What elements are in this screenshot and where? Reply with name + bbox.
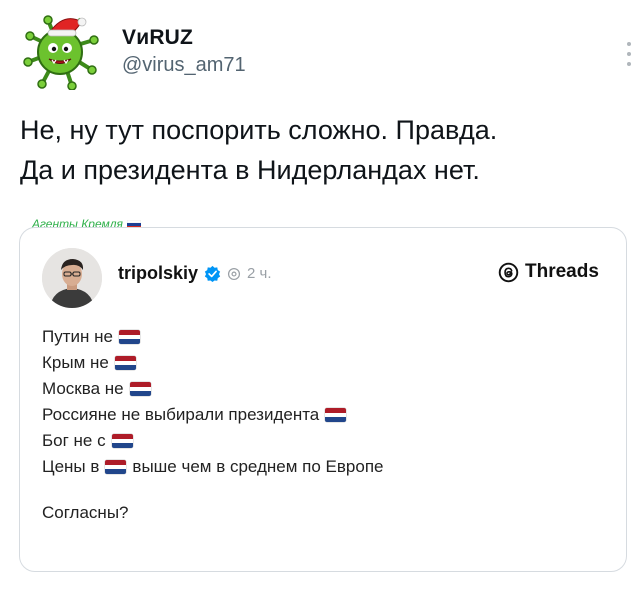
quoted-post-line: Москва не <box>42 376 612 402</box>
netherlands-flag-icon <box>111 434 133 448</box>
line-text: Цены в <box>42 457 100 476</box>
netherlands-flag-icon <box>325 408 347 422</box>
quoted-post-line: Бог не с <box>42 428 612 454</box>
netherlands-flag-icon <box>114 356 136 370</box>
quoted-post-line: Крым не <box>42 350 612 376</box>
line-text: Путин не <box>42 327 113 346</box>
user-photo-icon <box>42 248 102 308</box>
netherlands-flag-icon <box>105 460 127 474</box>
repost-icon <box>227 267 241 280</box>
netherlands-flag-icon <box>129 382 151 396</box>
quoted-post-line: Путин не <box>42 324 612 350</box>
line-text: Крым не <box>42 353 109 372</box>
author-handle[interactable]: @virus_am71 <box>122 54 246 77</box>
verified-badge-icon <box>204 265 221 282</box>
tweet-text: Не, ну тут поспорить сложно. Правда. Да … <box>20 110 620 190</box>
more-vertical-icon[interactable] <box>626 40 632 68</box>
quoted-post-body: Путин не Крым не Москва не Россияне не в… <box>42 324 612 526</box>
netherlands-flag-icon <box>118 330 140 344</box>
quoted-post-closing: Согласны? <box>42 503 129 522</box>
line-text: Россияне не выбирали президента <box>42 405 320 424</box>
threads-badge[interactable]: Threads <box>498 261 599 283</box>
post-timestamp: 2 ч. <box>247 265 272 282</box>
line-text: выше чем в среднем по Европе <box>132 457 384 476</box>
quoted-post-card[interactable]: tripolskiy 2 ч. Threads Путин не Крым не… <box>19 227 627 572</box>
quoted-username[interactable]: tripolskiy <box>118 263 198 284</box>
tweet-text-line: Да и президента в Нидерландах нет. <box>20 155 480 185</box>
line-text: Москва не <box>42 379 124 398</box>
quoted-post-line: Цены в выше чем в среднем по Европе <box>42 454 612 480</box>
quoted-user-row: tripolskiy 2 ч. <box>118 263 272 284</box>
quoted-user-avatar[interactable] <box>42 248 102 308</box>
threads-logo-icon <box>498 262 519 282</box>
quoted-post-line: Россияне не выбирали президента <box>42 402 612 428</box>
virus-avatar-icon[interactable] <box>20 10 100 90</box>
line-text: Бог не с <box>42 431 106 450</box>
threads-label: Threads <box>525 261 599 282</box>
tweet-header: VиRUZ @virus_am71 <box>20 10 631 90</box>
tweet-text-line: Не, ну тут поспорить сложно. Правда. <box>20 115 498 145</box>
author-name[interactable]: VиRUZ <box>122 26 193 50</box>
